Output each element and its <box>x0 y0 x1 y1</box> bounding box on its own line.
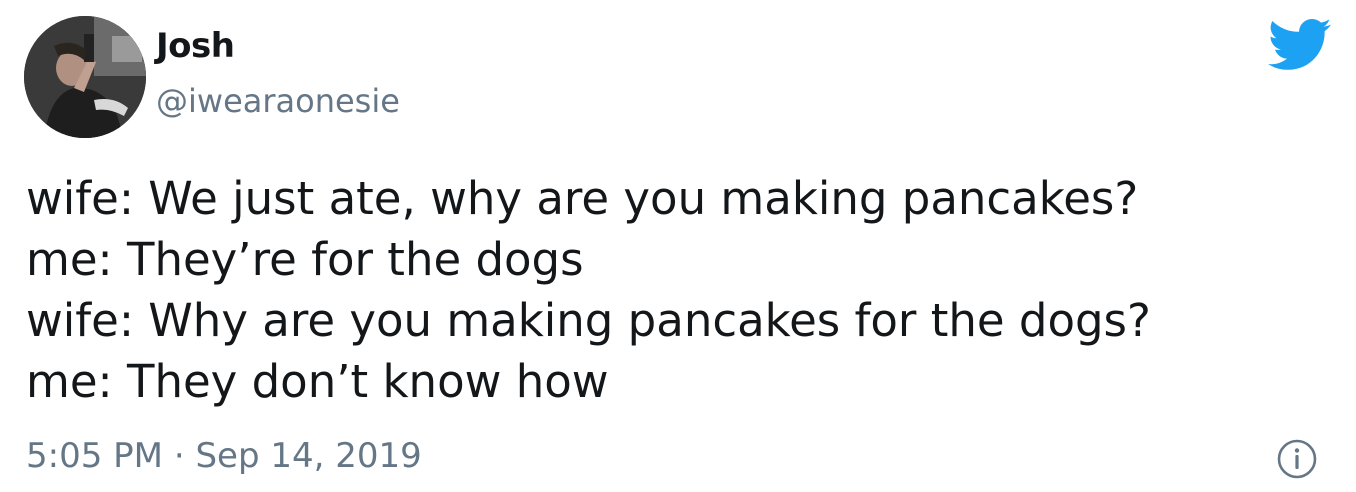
tweet-line: wife: Why are you making pancakes for th… <box>26 294 1151 347</box>
author-handle[interactable]: @iwearaonesie <box>156 81 400 121</box>
author-display-name[interactable]: Josh <box>156 26 235 66</box>
tweet-line: me: They’re for the dogs <box>26 233 584 286</box>
tweet-text: wife: We just ate, why are you making pa… <box>26 168 1326 412</box>
avatar[interactable] <box>24 16 146 138</box>
twitter-bird-icon[interactable] <box>1268 18 1332 72</box>
info-icon[interactable] <box>1276 438 1318 480</box>
tweet-timestamp[interactable]: 5:05 PM · Sep 14, 2019 <box>26 434 422 478</box>
tweet-time: 5:05 PM <box>26 436 163 476</box>
user-avatar-image <box>24 16 146 138</box>
tweet-date: Sep 14, 2019 <box>195 436 422 476</box>
tweet-line: wife: We just ate, why are you making pa… <box>26 172 1139 225</box>
meta-separator: · <box>173 436 185 476</box>
tweet-line: me: They don’t know how <box>26 355 609 408</box>
